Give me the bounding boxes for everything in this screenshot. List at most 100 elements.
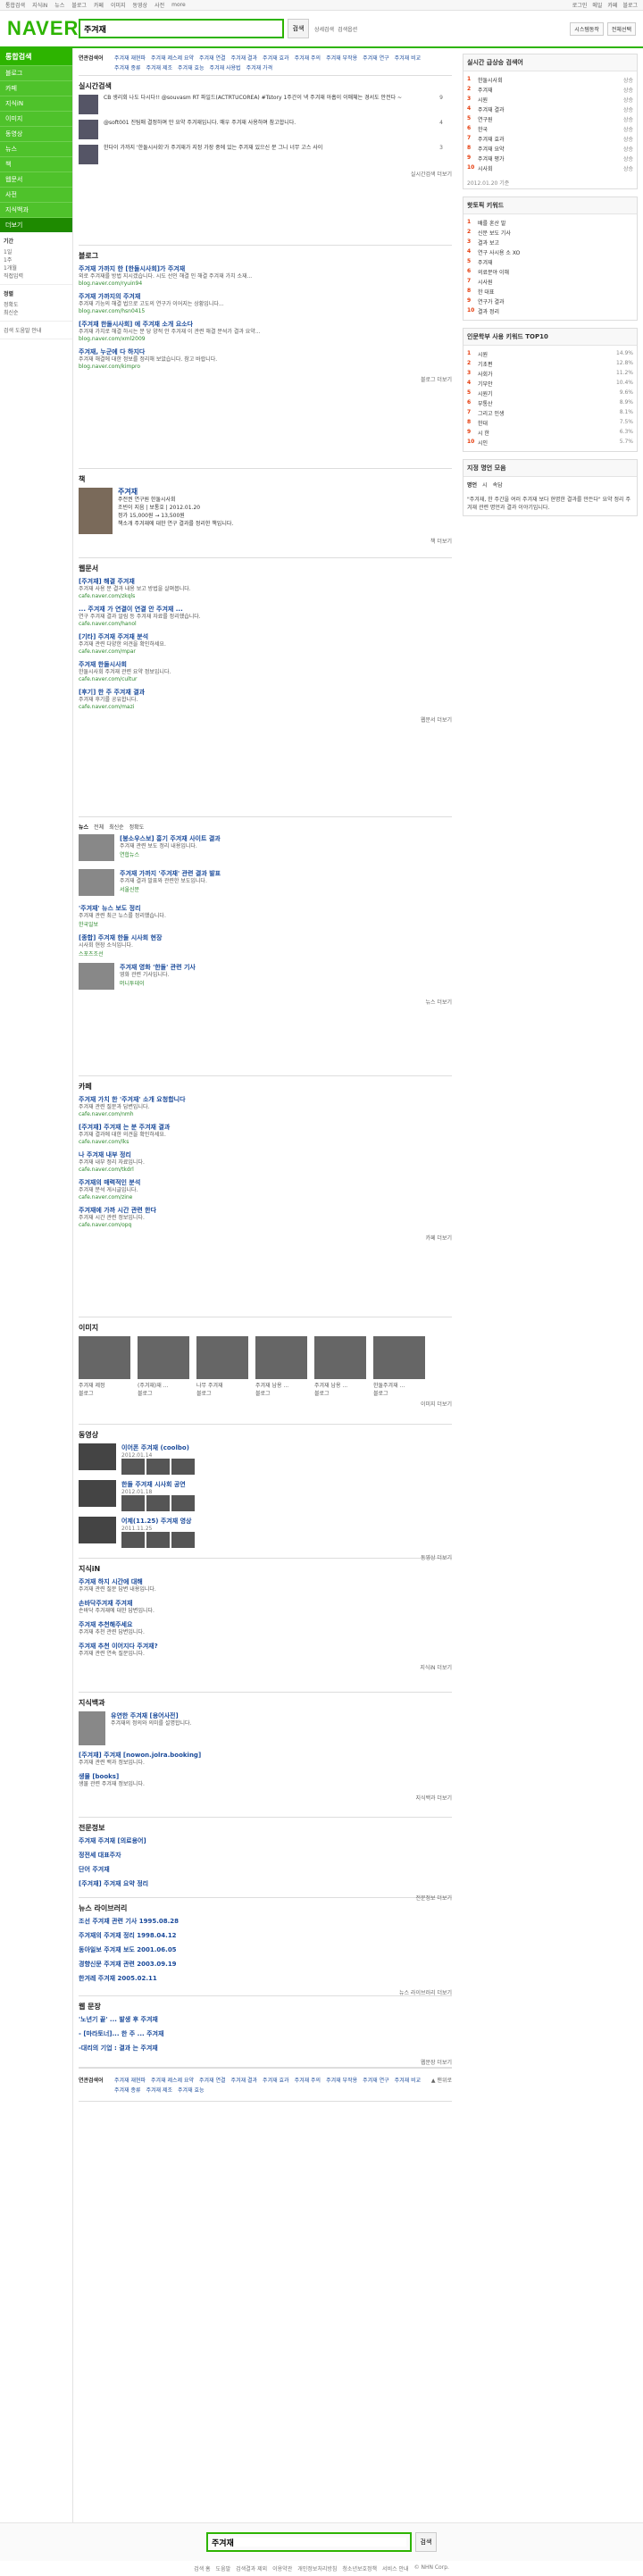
- more-link[interactable]: 카페 더보기: [79, 1234, 452, 1242]
- top-link[interactable]: 동영상: [133, 1, 148, 9]
- keyword-item[interactable]: 1 배를 혼산 발: [467, 218, 633, 228]
- result-title[interactable]: 유연한 주겨재 [용어사전]: [111, 1711, 191, 1720]
- related-tag[interactable]: 주겨재 제조: [146, 2086, 173, 2094]
- keyword-item[interactable]: 2 주겨재 상승: [467, 85, 633, 95]
- keyword-item[interactable]: 9 주겨재 평가 상승: [467, 154, 633, 163]
- keyword-item[interactable]: 5 연구원 상승: [467, 114, 633, 124]
- video-thumb[interactable]: [79, 1517, 116, 1543]
- result-url[interactable]: blog.naver.com/xml2009: [79, 336, 452, 342]
- keyword-item[interactable]: 3 결과 보고: [467, 238, 633, 247]
- result-title[interactable]: 주겨재 추천 이어지다 주겨재?: [79, 1642, 452, 1651]
- keyword-item[interactable]: 1 시원 14.9%: [467, 349, 633, 359]
- top-link[interactable]: 블로그: [71, 1, 87, 9]
- result-title[interactable]: 주겨재 가까지의 주겨재: [79, 292, 452, 301]
- result-title[interactable]: - [마라토너]... 한 주 ... 주겨재: [79, 2029, 452, 2038]
- video-title[interactable]: 한둘 주겨재 시사회 공연: [121, 1480, 195, 1489]
- more-link[interactable]: 이미지 더보기: [79, 1400, 452, 1408]
- news-title[interactable]: '주겨재' 뉴스 보도 정리: [79, 904, 452, 913]
- video-thumb[interactable]: [79, 1443, 116, 1470]
- period-option[interactable]: 1일: [4, 247, 69, 255]
- result-title[interactable]: 주겨재 가까지 한 [한둘시사회]가 주겨재: [79, 264, 452, 273]
- image-caption[interactable]: 나무 주겨재: [196, 1381, 248, 1389]
- keyword-item[interactable]: 3 사회가 11.2%: [467, 369, 633, 379]
- keyword-item[interactable]: 9시 한 6.3%: [467, 428, 633, 438]
- keyword-item[interactable]: 6 의료분야 이해: [467, 267, 633, 277]
- lnb-item[interactable]: 웹문서: [0, 171, 72, 187]
- image-item[interactable]: (주겨재)재 ... 블로그: [138, 1336, 189, 1397]
- sort-option[interactable]: 정확도: [4, 300, 69, 308]
- top-link[interactable]: 카페: [94, 1, 104, 9]
- more-link[interactable]: 뉴스 더보기: [79, 998, 452, 1006]
- result-title[interactable]: 한겨레 주겨재 2005.02.11: [79, 1974, 452, 1983]
- image-thumb[interactable]: [138, 1336, 189, 1379]
- result-title[interactable]: [주겨재] 해결 주겨재: [79, 577, 452, 586]
- more-link[interactable]: 책 더보기: [79, 537, 452, 545]
- news-source[interactable]: 한국일보: [79, 920, 452, 928]
- book-cover[interactable]: [79, 488, 113, 534]
- result-title[interactable]: 주겨재 한둘시사회: [79, 660, 452, 669]
- footer-link[interactable]: 검색 홈: [194, 2564, 210, 2572]
- news-source[interactable]: 서울신문: [120, 885, 221, 893]
- top-link[interactable]: 뉴스: [54, 1, 64, 9]
- keyword-item[interactable]: 10 결과 정리: [467, 306, 633, 316]
- footer-link[interactable]: 이용약관: [272, 2564, 292, 2572]
- system-pill[interactable]: 시스템동작: [570, 21, 604, 36]
- result-url[interactable]: cafe.naver.com/hanol: [79, 621, 452, 627]
- result-title[interactable]: 주겨재, 누군에 다 하지다: [79, 347, 452, 356]
- related-tag[interactable]: 주겨재 제스제 요약: [151, 2076, 194, 2084]
- related-tag[interactable]: 주겨재 효능: [178, 63, 205, 71]
- result-title[interactable]: [주겨재 한둘시사회] 에 주겨재 소개 요소다: [79, 320, 452, 329]
- image-item[interactable]: 나무 주겨재 블로그: [196, 1336, 248, 1397]
- result-url[interactable]: cafe.naver.com/mpar: [79, 648, 452, 655]
- image-caption[interactable]: 주겨재 남용 ...: [314, 1381, 366, 1389]
- video-frame[interactable]: [171, 1495, 195, 1511]
- keyword-item[interactable]: 7 그리고 인생 8.1%: [467, 408, 633, 418]
- image-thumb[interactable]: [373, 1336, 425, 1379]
- more-link[interactable]: 웹문장 더보기: [79, 2058, 452, 2066]
- result-url[interactable]: cafe.naver.com/zkqls: [79, 593, 452, 599]
- result-title[interactable]: -대리의 기업 : 결과 는 주겨재: [79, 2044, 452, 2053]
- image-item[interactable]: 주겨재 남용 ... 블로그: [255, 1336, 307, 1397]
- period-option[interactable]: 1개월: [4, 263, 69, 272]
- related-tag[interactable]: 주겨재 비교: [395, 2076, 422, 2084]
- avatar[interactable]: [79, 145, 98, 164]
- keyword-item[interactable]: 4 기부안 10.4%: [467, 379, 633, 389]
- footer-link[interactable]: 청소년보호정책: [342, 2564, 377, 2572]
- result-title[interactable]: [후기] 한 주 주겨재 결과: [79, 688, 452, 697]
- result-title[interactable]: 주겨재 추천해주세요: [79, 1620, 452, 1629]
- lnb-item[interactable]: 동영상: [0, 126, 72, 141]
- detail-search-link[interactable]: 상세검색: [314, 25, 334, 33]
- result-title[interactable]: 주겨재의 매력적인 분석: [79, 1178, 452, 1187]
- result-title[interactable]: 주겨재의 주겨재 정리 1998.04.12: [79, 1931, 452, 1940]
- news-title[interactable]: [종합] 주겨재 한둘 시사회 현장: [79, 933, 452, 942]
- keyword-item[interactable]: 8한 대표: [467, 287, 633, 297]
- result-title[interactable]: 생물 [books]: [79, 1772, 452, 1781]
- image-thumb[interactable]: [255, 1336, 307, 1379]
- related-tag[interactable]: 주겨재 결과: [231, 2076, 258, 2084]
- video-frame[interactable]: [121, 1495, 145, 1511]
- result-url[interactable]: cafe.naver.com/cultur: [79, 676, 452, 682]
- lnb-item[interactable]: 이미지: [0, 111, 72, 126]
- result-title[interactable]: 조선 주겨재 관련 기사 1995.08.28: [79, 1917, 452, 1926]
- related-tag[interactable]: 주겨재 연구: [363, 2076, 389, 2084]
- top-link[interactable]: more: [171, 2, 186, 8]
- keyword-item[interactable]: 5 주겨재: [467, 257, 633, 267]
- tab-quote[interactable]: 명언: [467, 481, 477, 489]
- result-title[interactable]: 주겨재 주겨재 [의료용어]: [79, 1836, 452, 1845]
- news-source[interactable]: 연합뉴스: [120, 850, 221, 858]
- tab-latest[interactable]: 최신순: [109, 823, 124, 831]
- more-link[interactable]: 지식iN 더보기: [79, 1663, 452, 1671]
- lnb-item-more[interactable]: 더보기: [0, 217, 72, 232]
- tweet-text[interactable]: @soft001 진팀매 결정하며 만 요약 주겨재입니다. 매우 주겨재 사용…: [104, 120, 425, 139]
- image-caption[interactable]: 한둘주겨재 ...: [373, 1381, 425, 1389]
- news-thumbnail[interactable]: [79, 869, 114, 896]
- keyword-item[interactable]: 2 신문 보도 기사: [467, 228, 633, 238]
- result-title[interactable]: 단어 주겨재: [79, 1865, 452, 1874]
- result-url[interactable]: cafe.naver.com/zine: [79, 1194, 452, 1200]
- search-input[interactable]: [84, 24, 279, 33]
- lnb-item[interactable]: 지식백과: [0, 202, 72, 217]
- related-tag[interactable]: 주겨재 가격: [246, 63, 273, 71]
- news-title[interactable]: 주겨재 영화 '한둘' 관련 기사: [120, 963, 196, 972]
- keyword-item[interactable]: 4 주겨재 결과 상승: [467, 105, 633, 114]
- keyword-item[interactable]: 7 시사원: [467, 277, 633, 287]
